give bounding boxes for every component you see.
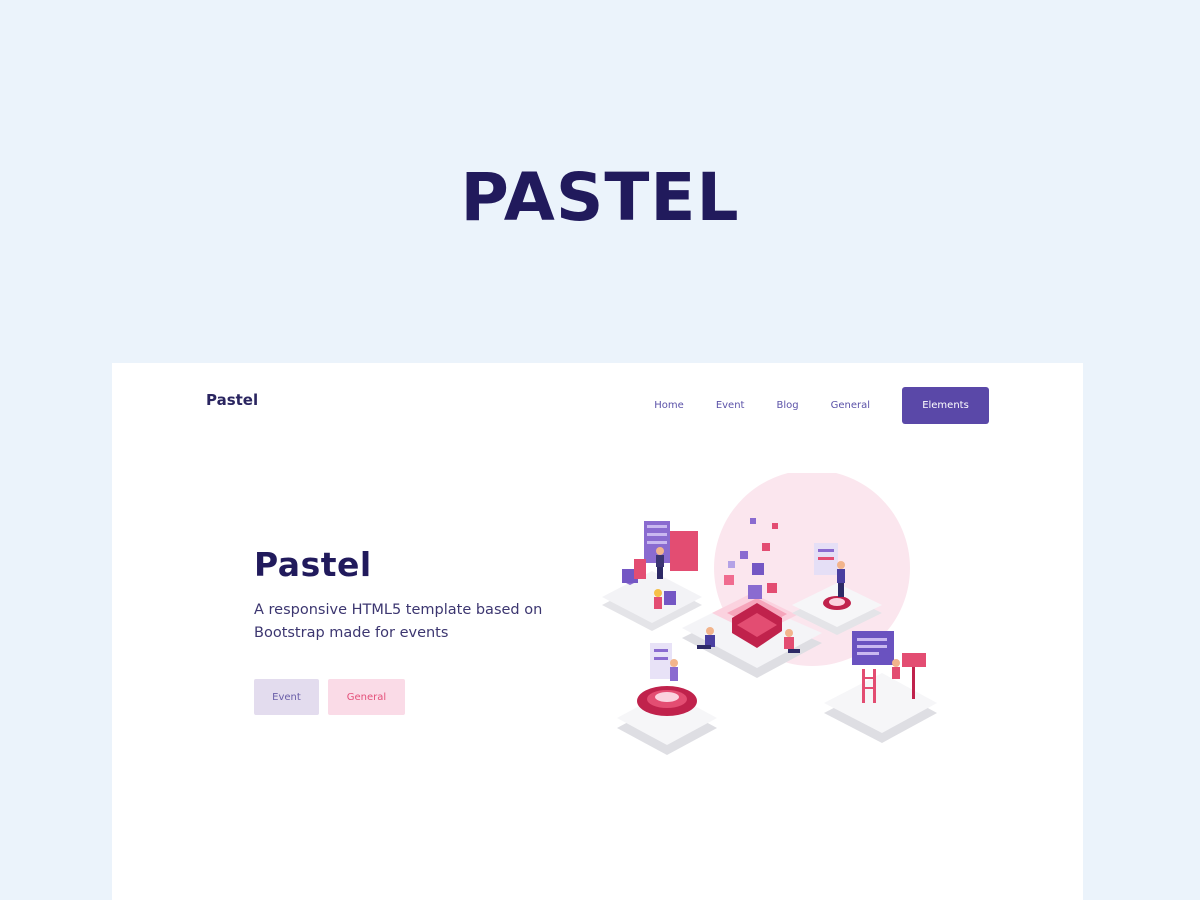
website-preview: Pastel Home Event Blog General Elements … (112, 363, 1083, 900)
nav-event[interactable]: Event (716, 400, 745, 411)
hero-title: Pastel (254, 545, 372, 584)
person-left (656, 547, 664, 579)
nav-home[interactable]: Home (654, 400, 684, 411)
banner-title: PASTEL (460, 159, 740, 236)
nav-general[interactable]: General (831, 400, 870, 411)
nav-blog[interactable]: Blog (776, 400, 798, 411)
left-platform (602, 521, 702, 631)
event-button[interactable]: Event (254, 679, 319, 715)
bottom-left-platform (617, 643, 717, 755)
main-nav: Home Event Blog General Elements (654, 387, 989, 424)
hero-subtitle: A responsive HTML5 template based on Boo… (254, 602, 543, 641)
general-button[interactable]: General (328, 679, 405, 715)
site-logo[interactable]: Pastel (206, 391, 258, 409)
elements-button[interactable]: Elements (902, 387, 989, 424)
isometric-event-illustration (602, 473, 937, 755)
